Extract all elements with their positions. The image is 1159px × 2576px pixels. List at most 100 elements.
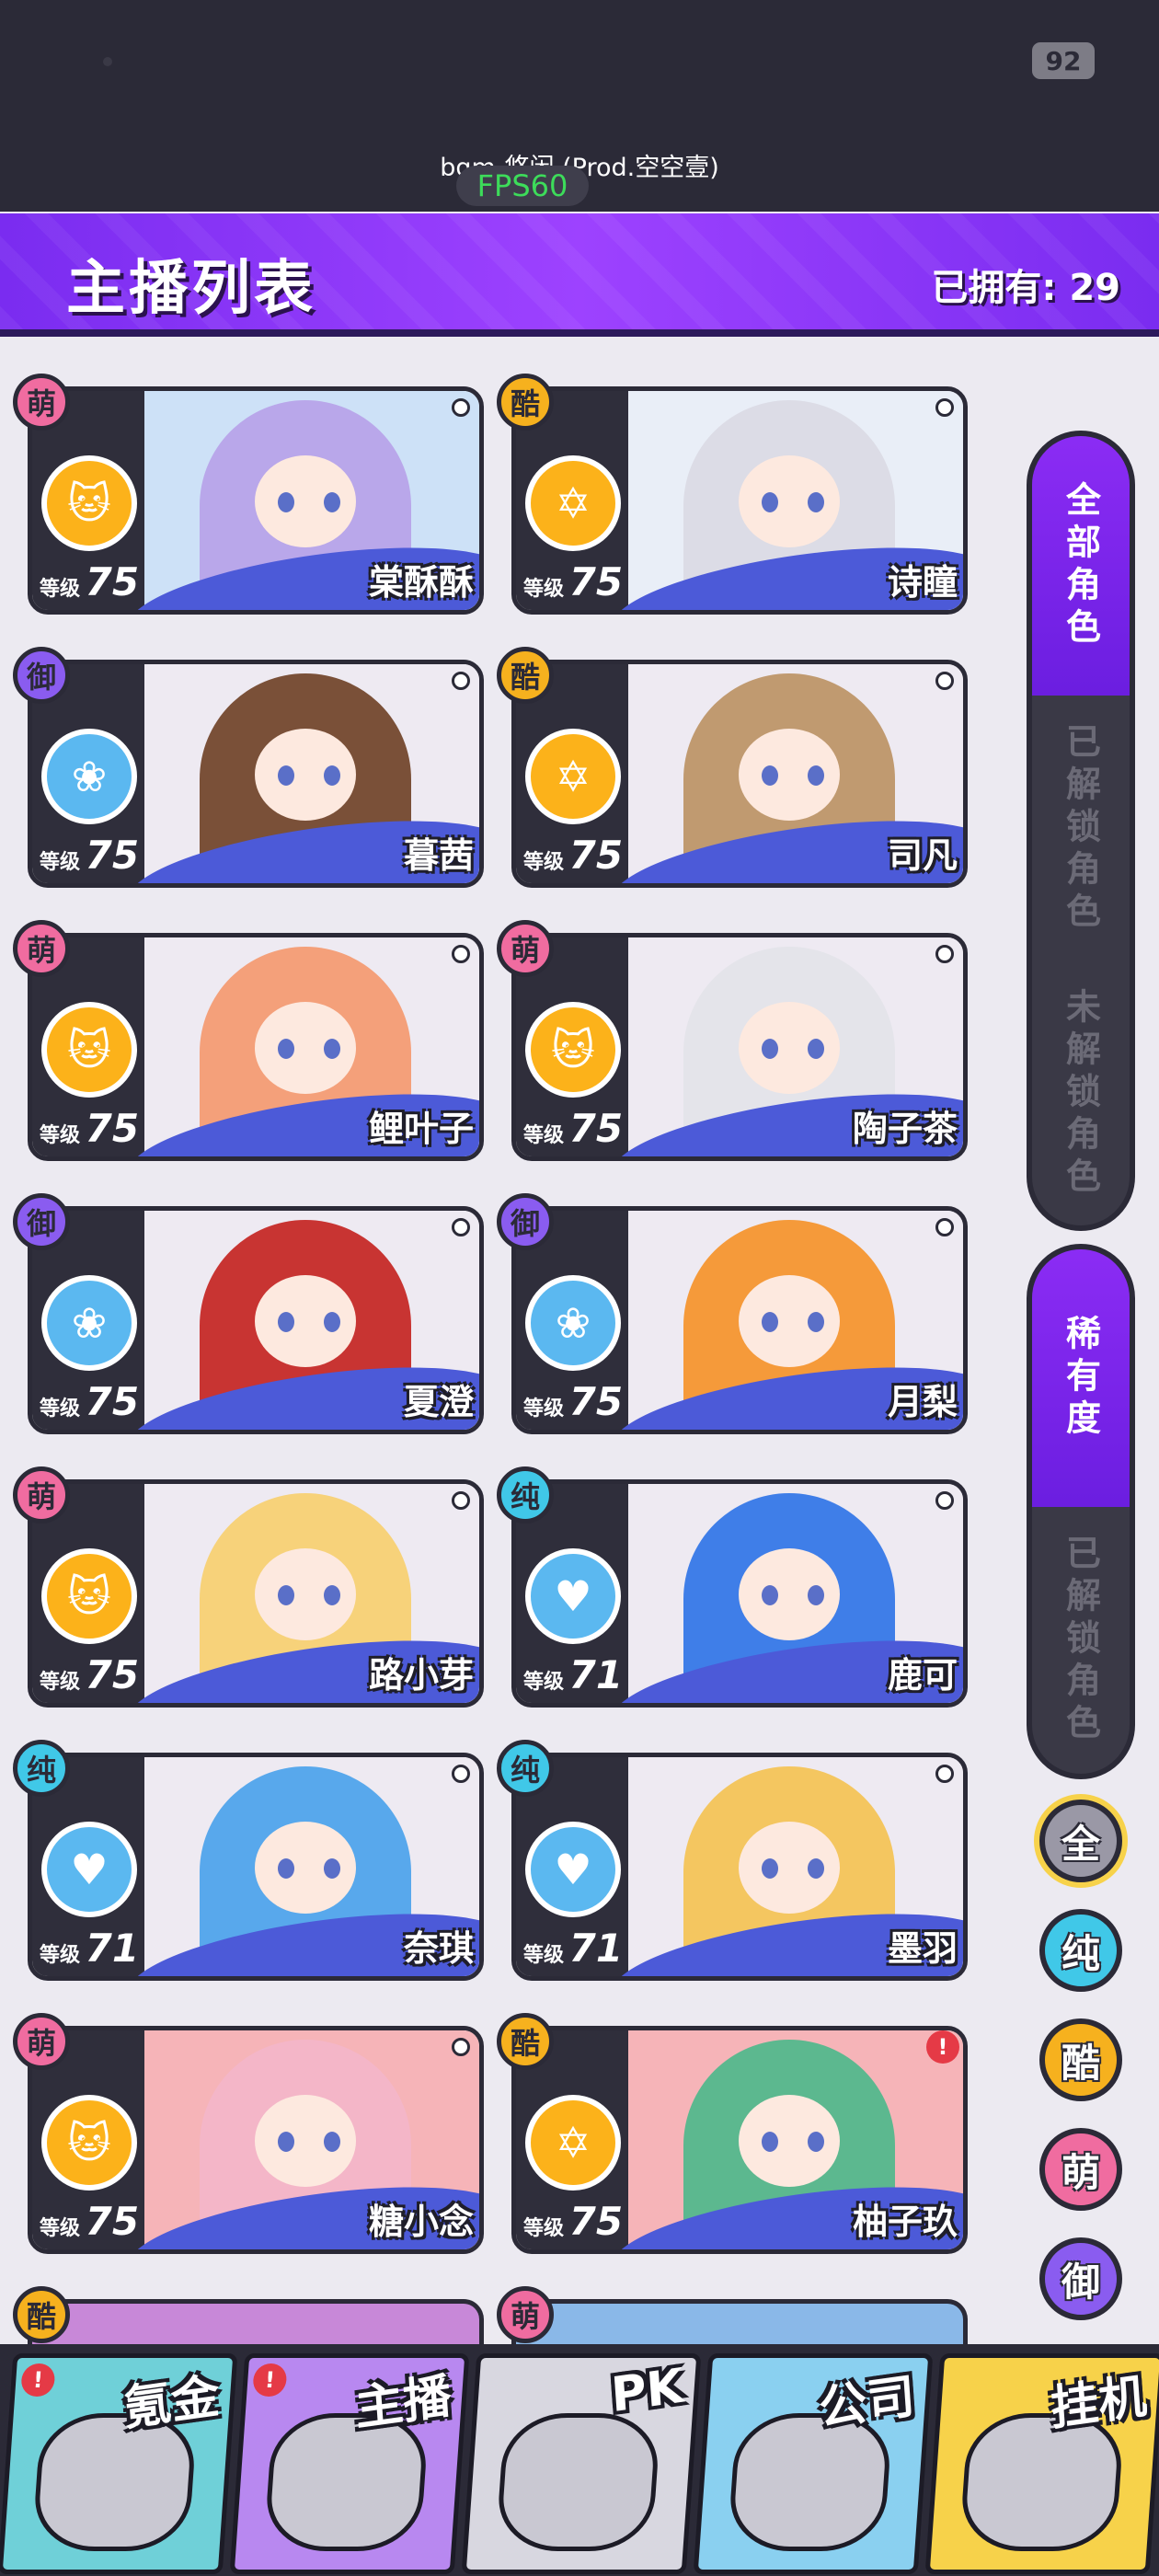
card-pin: [935, 1765, 954, 1783]
character-eye: [762, 1039, 778, 1059]
filter-all[interactable]: 全部角色: [1032, 436, 1130, 696]
character-eye: [808, 1585, 824, 1605]
pulse-icon: ♥: [41, 1822, 137, 1917]
level-label: 等级: [523, 851, 565, 874]
level-label: 等级: [523, 1124, 565, 1147]
level-value: 75: [568, 1379, 624, 1424]
rarity-button[interactable]: 萌: [1039, 2128, 1122, 2211]
level-value: 75: [568, 559, 624, 604]
card-pin: [935, 398, 954, 417]
character-face: [255, 1548, 356, 1640]
level-display: 等级 75: [40, 559, 139, 604]
level-label: 等级: [523, 2217, 565, 2240]
rarity-badge: 酷: [497, 2013, 554, 2070]
filter-rarity[interactable]: 稀有度: [1032, 1249, 1130, 1507]
streamer-card[interactable]: ✡ 等级 75 诗瞳: [511, 386, 968, 615]
tab-3[interactable]: 公司: [693, 2353, 934, 2574]
tab-illustration: [958, 2413, 1125, 2551]
streamer-card[interactable]: ✡ 等级 75 司凡: [511, 660, 968, 888]
streamer-card[interactable]: ❀ 等级 75 夏澄: [28, 1206, 484, 1434]
level-display: 等级 75: [40, 833, 139, 878]
character-eye: [762, 2132, 778, 2152]
character-eye: [808, 2132, 824, 2152]
streamer-card[interactable]: ♥ 等级 71 鹿可: [511, 1479, 968, 1708]
streamer-grid: 🐱 等级 75 棠酥酥 萌 ✡ 等级 75 诗瞳 酷 ❀ 等级 75 暮茜 御 …: [0, 337, 1016, 2355]
cat-icon: 🐱: [41, 455, 137, 551]
camera-dot: [103, 57, 112, 66]
level-value: 75: [85, 1379, 140, 1424]
streamer-card[interactable]: 🐱 等级 75 陶子茶: [511, 933, 968, 1161]
level-label: 等级: [40, 578, 81, 601]
rarity-badge: 酷: [13, 2286, 70, 2343]
character-eye: [762, 765, 778, 786]
character-face: [739, 1002, 840, 1094]
character-eye: [762, 492, 778, 512]
card-pin: [452, 945, 470, 963]
filter-locked[interactable]: 未解锁角色: [1032, 962, 1130, 1225]
filter-unlocked[interactable]: 已解锁角色: [1032, 696, 1130, 962]
rarity-badge: 纯: [13, 1740, 70, 1797]
character-eye: [808, 1858, 824, 1879]
character-name: 夏澄: [403, 1382, 474, 1422]
streamer-card[interactable]: ♥ 等级 71 墨羽: [511, 1753, 968, 1981]
character-face: [739, 729, 840, 821]
character-name: 陶子茶: [852, 1109, 958, 1149]
rarity-badge: 萌: [13, 920, 70, 977]
tab-label: 挂机: [1049, 2369, 1149, 2437]
rarity-badge: 纯: [497, 1466, 554, 1524]
character-face: [255, 1822, 356, 1914]
card-pin: [452, 1491, 470, 1510]
filter-rarity-unlocked[interactable]: 已解锁角色: [1032, 1507, 1130, 1774]
character-eye: [278, 1312, 294, 1332]
tab-illustration: [31, 2413, 198, 2551]
streamer-card[interactable]: 🐱 等级 75 路小芽: [28, 1479, 484, 1708]
level-display: 等级 75: [523, 1379, 623, 1424]
rarity-badge: 御: [13, 1193, 70, 1250]
tab-2[interactable]: PK: [461, 2353, 702, 2574]
streamer-card[interactable]: 🐱 等级 75 鲤叶子: [28, 933, 484, 1161]
rarity-button[interactable]: 酷: [1039, 2018, 1122, 2101]
cat-icon: 🐱: [41, 1002, 137, 1098]
tab-1[interactable]: 主播 !: [229, 2353, 470, 2574]
rose-icon: ❀: [41, 729, 137, 824]
character-eye: [324, 765, 340, 786]
streamer-card[interactable]: 🐱 等级 75 棠酥酥: [28, 386, 484, 615]
rarity-badge: 酷: [497, 647, 554, 704]
character-eye: [324, 1312, 340, 1332]
level-value: 75: [568, 2199, 624, 2244]
status-bar: 92 bgm-悠闲 (Prod.空空壹) FPS60: [0, 0, 1159, 212]
tab-illustration: [495, 2413, 661, 2551]
tab-0[interactable]: 氪金 !: [0, 2353, 238, 2574]
character-face: [739, 1548, 840, 1640]
streamer-card[interactable]: ❀ 等级 75 月梨: [511, 1206, 968, 1434]
rose-icon: ❀: [525, 1275, 621, 1371]
tab-label: 氪金: [121, 2369, 222, 2437]
character-face: [739, 455, 840, 547]
character-eye: [278, 492, 294, 512]
card-pin: [935, 672, 954, 690]
character-eye: [324, 1585, 340, 1605]
level-display: 等级 75: [40, 1379, 139, 1424]
streamer-card[interactable]: ♥ 等级 71 奈琪: [28, 1753, 484, 1981]
streamer-card[interactable]: ❀ 等级 75 暮茜: [28, 660, 484, 888]
level-display: 等级 71: [523, 1652, 623, 1697]
character-face: [255, 1275, 356, 1367]
level-value: 75: [85, 559, 140, 604]
tab-4[interactable]: 挂机: [924, 2353, 1159, 2574]
character-eye: [808, 1039, 824, 1059]
level-label: 等级: [40, 851, 81, 874]
rarity-button[interactable]: 全: [1039, 1800, 1122, 1882]
cat-icon: 🐱: [41, 1548, 137, 1644]
character-name: 鲤叶子: [368, 1109, 474, 1149]
level-label: 等级: [523, 1944, 565, 1967]
rarity-button[interactable]: 纯: [1039, 1909, 1122, 1992]
level-label: 等级: [40, 1944, 81, 1967]
streamer-card[interactable]: ✡ 等级 75 柚子玖 !: [511, 2026, 968, 2254]
tab-illustration: [727, 2413, 893, 2551]
pulse-icon: ♥: [525, 1822, 621, 1917]
alert-badge: !: [20, 2363, 56, 2397]
rarity-button[interactable]: 御: [1039, 2237, 1122, 2320]
character-eye: [762, 1312, 778, 1332]
streamer-card[interactable]: 🐱 等级 75 糖小念: [28, 2026, 484, 2254]
level-value: 75: [85, 1106, 140, 1151]
